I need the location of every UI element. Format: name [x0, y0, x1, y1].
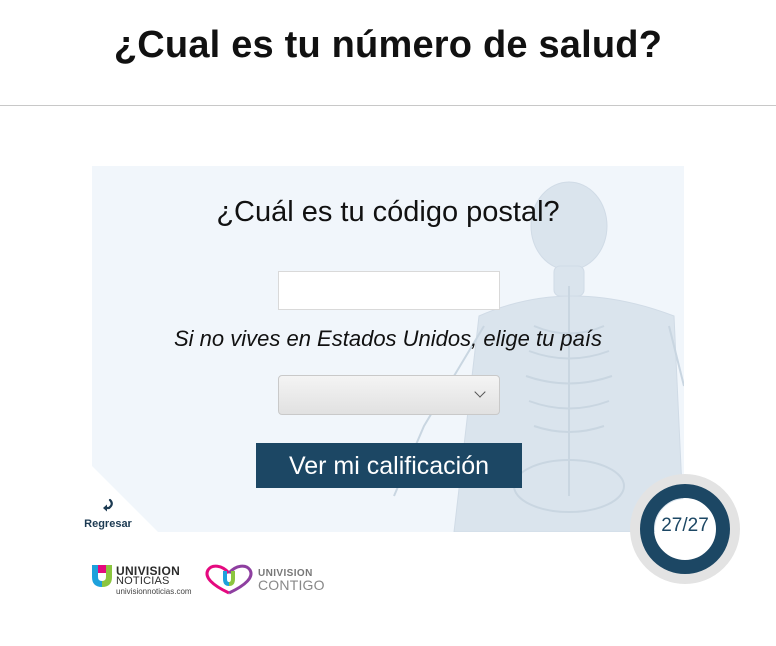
zip-code-input[interactable] [278, 271, 500, 310]
univision-u-icon [92, 565, 112, 587]
back-button[interactable]: Regresar [82, 498, 134, 532]
page-header: ¿Cual es tu número de salud? [0, 0, 776, 106]
univision-contigo-logo: UNIVISION CONTIGO [202, 563, 326, 597]
progress-text: 27/27 [661, 515, 709, 536]
question-card: ¿Cuál es tu código postal? Si no vives e… [92, 166, 684, 532]
chevron-down-icon [474, 386, 486, 398]
return-arrow-icon [103, 498, 113, 512]
progress-ring: 27/27 [630, 474, 740, 584]
noticias-sub: NOTICIAS [116, 575, 170, 587]
submit-button[interactable]: Ver mi calificación [256, 443, 522, 488]
zip-question: ¿Cuál es tu código postal? [216, 196, 560, 228]
contigo-sub: CONTIGO [258, 577, 325, 593]
univision-noticias-logo: UNIVISION NOTICIAS univisionnoticias.com [92, 563, 202, 597]
country-select[interactable] [278, 375, 500, 415]
page-title: ¿Cual es tu número de salud? [113, 24, 663, 66]
contigo-heart-icon [205, 564, 253, 595]
back-label: Regresar [84, 518, 132, 530]
country-hint: Si no vives en Estados Unidos, elige tu … [173, 326, 603, 351]
noticias-url: univisionnoticias.com [116, 587, 192, 596]
